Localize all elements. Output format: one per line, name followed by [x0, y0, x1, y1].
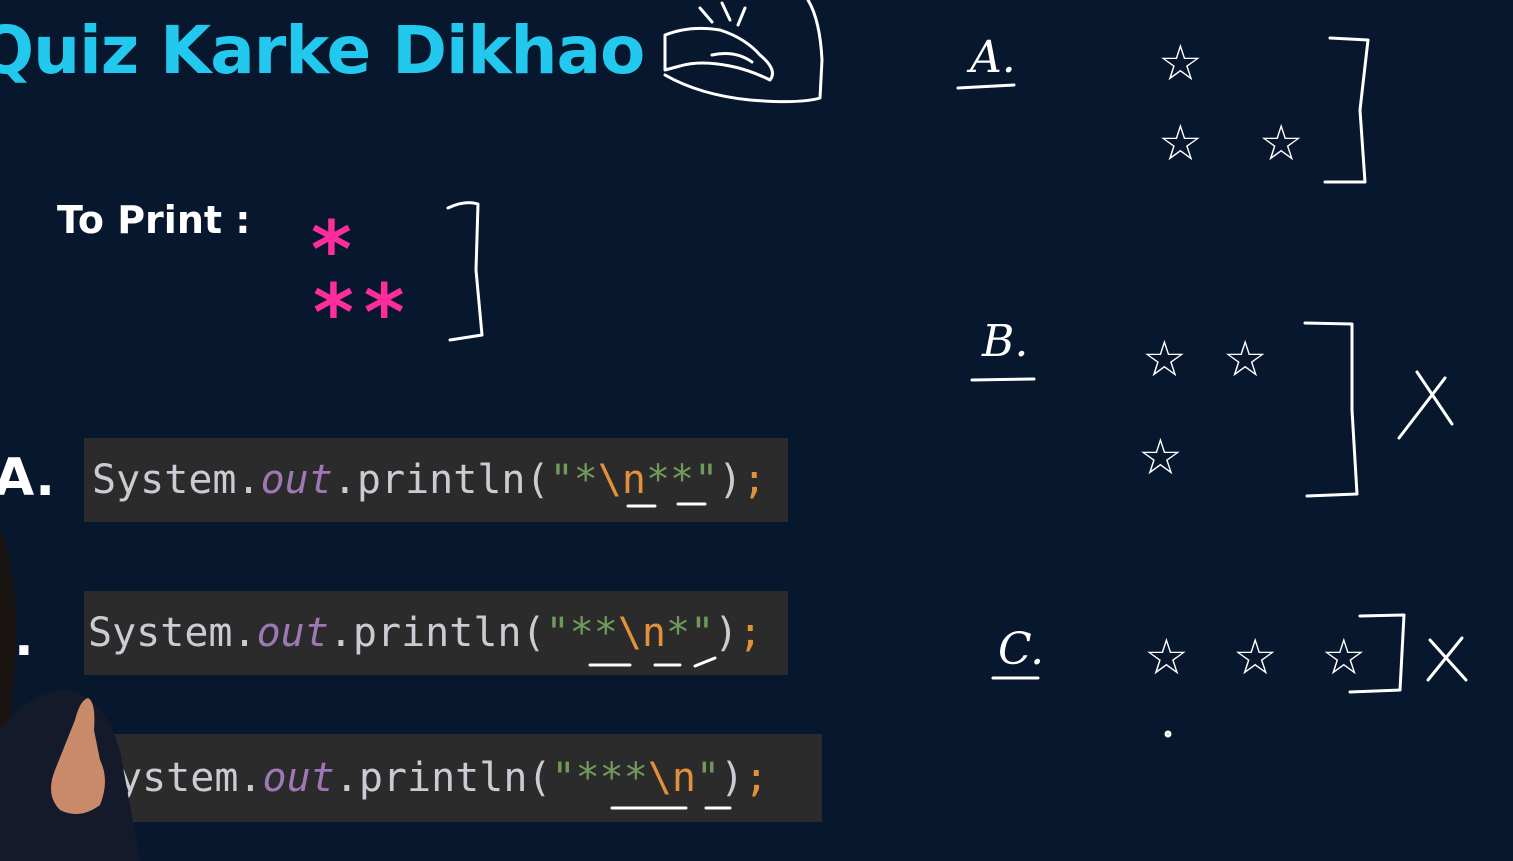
whiteboard-a-row-1: ☆ [1158, 34, 1203, 92]
whiteboard-b-row-2: ☆ [1138, 428, 1183, 486]
flexed-arm-icon [663, 0, 824, 104]
whiteboard-label-b: B. [981, 316, 1028, 367]
whiteboard-c-row-1: ☆ ☆ ☆ [1144, 628, 1380, 686]
whiteboard-ink: A. B. C. ☆ ☆ ☆ ☆ ☆ ☆ ☆ ☆ ☆ X X [446, 0, 1468, 810]
whiteboard-a-row-2: ☆ ☆ [1158, 114, 1324, 172]
whiteboard-label-c: C. [998, 624, 1044, 675]
presenter-silhouette [0, 530, 140, 861]
whiteboard-b-row-1: ☆ ☆ [1142, 330, 1278, 388]
whiteboard-label-a: A. [966, 32, 1016, 83]
